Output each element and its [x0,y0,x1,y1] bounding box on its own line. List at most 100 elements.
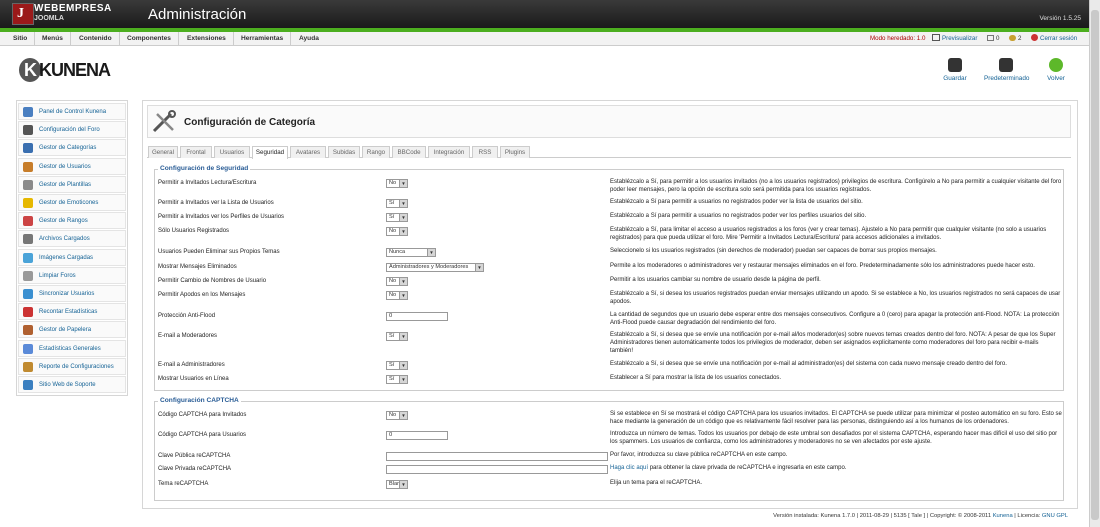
sidebar-item-label: Imágenes Cargadas [39,254,94,261]
select-value: Nunca [389,249,406,255]
menu-extensiones[interactable]: Extensiones [180,32,234,46]
tab-6[interactable]: Rango [362,146,390,158]
save-icon [948,58,962,72]
menu-sitio[interactable]: Sitio [6,32,36,46]
select-dropdown[interactable]: No ▼ [386,411,408,420]
page-scrollbar[interactable] [1089,0,1100,527]
setting-description: Seleccionelo si los usuarios registrados… [610,248,937,254]
admin-header: J WEBEMPRESA JOOMLA Administración Versi… [0,0,1089,28]
menu-menus[interactable]: Menús [35,32,71,46]
select-dropdown[interactable]: Sí ▼ [386,213,408,222]
setting-label: Usuarios Pueden Eliminar sus Propios Tem… [158,249,280,255]
tab-10[interactable]: Plugins [500,146,530,158]
sidebar-item-0[interactable]: Panel de Control Kunena [18,103,126,120]
recaptcha-link[interactable]: Haga clic aquí [610,465,648,471]
tab-3[interactable]: Seguridad [252,146,288,159]
menu-ayuda[interactable]: Ayuda [292,32,326,46]
security-legend: Configuración de Seguridad [158,165,251,172]
select-dropdown[interactable]: No ▼ [386,227,408,236]
sidebar-item-icon [23,325,33,336]
select-dropdown[interactable]: No ▼ [386,277,408,286]
tab-8[interactable]: Integración [428,146,470,158]
messages-count[interactable]: 0 [987,32,999,46]
setting-label: Mostrar Mensajes Eliminados [158,264,237,270]
chevron-down-icon: ▼ [399,214,407,221]
logout-link[interactable]: Cerrar sesión [1031,32,1077,46]
sidebar-item-1[interactable]: Configuración del Foro [18,121,126,139]
select-dropdown[interactable]: No ▼ [386,179,408,188]
tab-7[interactable]: BBCode [392,146,426,158]
menu-componentes[interactable]: Componentes [120,32,179,46]
chevron-down-icon: ▼ [399,278,407,285]
back-button[interactable]: Volver [1034,58,1078,82]
sidebar-item-12[interactable]: Gestor de Papelera [18,321,126,339]
text-input[interactable] [386,452,608,461]
kunena-sidebar: Panel de Control Kunena Configuración del… [16,100,128,396]
tab-1[interactable]: Frontal [180,146,212,158]
kunena-emblem-icon: K [19,58,41,82]
sidebar-item-label: Gestor de Usuarios [39,163,91,170]
select-dropdown[interactable]: Sí ▼ [386,199,408,208]
select-dropdown[interactable]: No ▼ [386,291,408,300]
chevron-down-icon: ▼ [399,481,407,488]
sidebar-item-icon [23,252,33,263]
menu-contenido[interactable]: Contenido [72,32,120,46]
logout-icon [1031,34,1038,41]
joomla-logo-icon: J [12,3,34,25]
app-window: J WEBEMPRESA JOOMLA Administración Versi… [0,0,1100,527]
sidebar-item-8[interactable]: Imágenes Cargadas [18,248,126,266]
sidebar-item-3[interactable]: Gestor de Usuarios [18,157,126,175]
setting-description: Si se establece en Sí se mostrará el cód… [610,411,1062,425]
select-dropdown[interactable]: Sí ▼ [386,375,408,384]
sidebar-item-13[interactable]: Estadísticas Generales [18,339,126,357]
chevron-down-icon: ▼ [399,376,407,383]
select-dropdown[interactable]: Sí ▼ [386,361,408,370]
sidebar-item-icon [23,198,33,208]
setting-description: Establézcalo a Sí, si desea los usuarios… [610,291,1061,305]
text-input[interactable] [386,465,608,474]
sidebar-item-9[interactable]: Limpiar Foros [18,266,126,284]
config-panel: Configuración de Categoría General Fronta… [142,100,1078,509]
captcha-section: Configuración CAPTCHA Código CAPTCHA par… [154,397,1064,501]
security-section: Configuración de Seguridad Permitir a In… [154,165,1064,391]
select-dropdown[interactable]: Administradores y Moderadores ▼ [386,263,484,272]
text-input[interactable]: 0 [386,431,448,440]
tab-4[interactable]: Avatares [290,146,326,158]
scrollbar-thumb[interactable] [1091,10,1099,520]
save-button[interactable]: Guardar [933,58,977,82]
sidebar-item-10[interactable]: Sincronizar Usuarios [18,285,126,302]
setting-description: La cantidad de segundos que un usuario d… [610,312,1060,326]
sidebar-item-14[interactable]: Reporte de Configuraciones [18,357,126,375]
select-dropdown[interactable]: Blanco ▼ [386,480,408,489]
select-value: Sí [389,333,395,339]
sidebar-item-6[interactable]: Gestor de Rangos [18,212,126,230]
setting-label: Mostrar Usuarios en Línea [158,376,229,382]
setting-label: Tema reCAPTCHA [158,481,209,487]
license-link[interactable]: GNU GPL [1042,513,1068,519]
sidebar-item-5[interactable]: Gestor de Emoticones [18,194,126,211]
preview-link[interactable]: Previsualizar [932,32,977,46]
select-dropdown[interactable]: Sí ▼ [386,332,408,341]
sidebar-item-label: Gestor de Categorías [39,145,97,152]
sidebar-item-15[interactable]: Sitio Web de Soporte [18,376,126,393]
sidebar-item-icon [23,143,33,154]
select-dropdown[interactable]: Nunca ▼ [386,248,436,257]
kunena-link[interactable]: Kunena [993,513,1013,519]
sidebar-item-2[interactable]: Gestor de Categorías [18,139,126,157]
sidebar-item-4[interactable]: Gestor de Plantillas [18,175,126,193]
page-title: Configuración de Categoría [184,117,316,128]
sidebar-item-7[interactable]: Archivos Cargados [18,230,126,248]
tab-5[interactable]: Subidas [328,146,360,158]
default-button[interactable]: Predeterminado [984,58,1029,82]
menu-herramientas[interactable]: Herramientas [234,32,292,46]
text-input[interactable]: 0 [386,312,448,321]
tab-2[interactable]: Usuarios [214,146,250,158]
users-online[interactable]: 2 [1009,32,1021,46]
users-icon [1009,35,1016,41]
setting-label: E-mail a Administradores [158,362,225,368]
tab-9[interactable]: RSS [472,146,498,158]
tab-0[interactable]: General [148,146,178,158]
select-value: No [389,228,397,234]
sidebar-item-11[interactable]: Recontar Estadísticas [18,303,126,321]
sidebar-item-label: Sincronizar Usuarios [39,291,95,297]
